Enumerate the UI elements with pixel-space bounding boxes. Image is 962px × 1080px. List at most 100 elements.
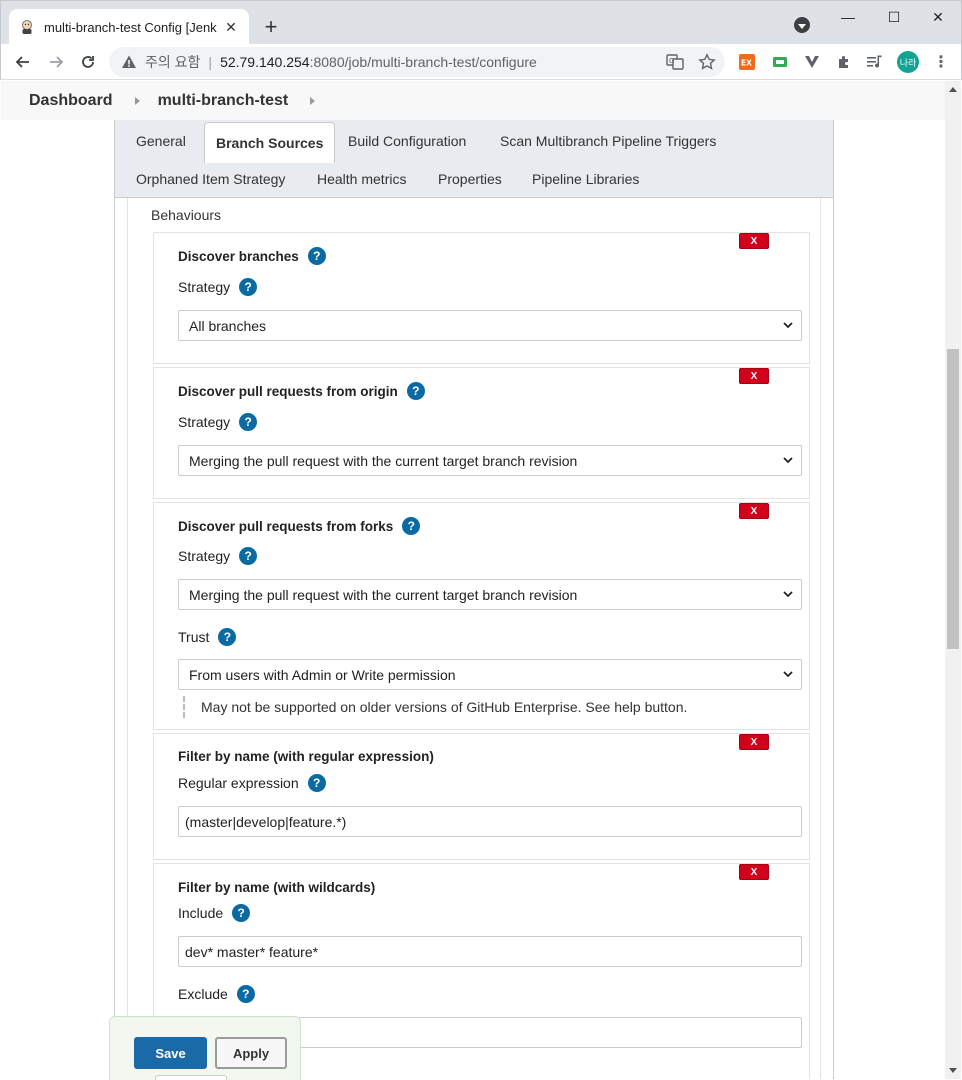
help-icon[interactable]: ? xyxy=(239,547,258,565)
breadcrumb-chevron-icon[interactable] xyxy=(310,96,316,105)
discover-branches-title-text: Discover branches xyxy=(178,248,299,264)
extensions-puzzle-icon[interactable] xyxy=(835,53,853,71)
discover-prs-origin-title-text: Discover pull requests from origin xyxy=(178,383,398,399)
help-icon[interactable]: ? xyxy=(239,413,258,431)
forward-icon[interactable] xyxy=(44,50,68,74)
tab-build-configuration[interactable]: Build Configuration xyxy=(337,122,477,160)
exclude-label-text: Exclude xyxy=(178,986,228,1002)
address-bar[interactable]: 주의 요함 | 52.79.140.254:8080/job/multi-bra… xyxy=(109,47,725,77)
browser-tab-title: multi-branch-test Config [Jenkins] xyxy=(44,19,217,35)
form-action-bar: Save Apply xyxy=(109,1016,301,1080)
tab-properties[interactable]: Properties xyxy=(427,160,513,198)
url-separator: | xyxy=(208,54,213,70)
discover-prs-forks-title: Discover pull requests from forks ? xyxy=(178,517,421,535)
regex-label-text: Regular expression xyxy=(178,775,299,791)
discover-prs-forks-strategy-select[interactable]: Merging the pull request with the curren… xyxy=(178,579,802,610)
help-icon[interactable]: ? xyxy=(402,517,421,535)
save-button[interactable]: Save xyxy=(134,1037,207,1069)
strategy-label-text: Strategy xyxy=(178,279,231,295)
regex-input[interactable]: (master|develop|feature.*) xyxy=(178,806,802,837)
help-icon[interactable]: ? xyxy=(236,985,255,1003)
discover-prs-origin-strategy-select[interactable]: Merging the pull request with the curren… xyxy=(178,445,802,476)
scrollbar-thumb[interactable] xyxy=(947,349,959,649)
delete-filter-wildcards-button[interactable]: X xyxy=(739,864,769,880)
browser-tab[interactable]: multi-branch-test Config [Jenkins] ✕ xyxy=(9,9,249,45)
profile-avatar[interactable]: 나라 xyxy=(897,51,919,73)
new-tab-icon[interactable]: + xyxy=(259,15,283,39)
back-icon[interactable] xyxy=(11,50,35,74)
jenkins-favicon-icon xyxy=(19,19,35,35)
tab-health-metrics[interactable]: Health metrics xyxy=(306,160,417,198)
strategy-label: Strategy ? xyxy=(178,547,258,565)
trust-select[interactable]: From users with Admin or Write permissio… xyxy=(178,659,802,690)
media-control-icon[interactable] xyxy=(866,53,884,71)
reload-icon[interactable] xyxy=(76,50,100,74)
discover-branches-title: Discover branches ? xyxy=(178,247,326,265)
scroll-down-icon[interactable] xyxy=(945,1063,961,1079)
help-icon[interactable]: ? xyxy=(307,774,326,792)
help-icon[interactable]: ? xyxy=(307,247,326,265)
include-input[interactable]: dev* master* feature* xyxy=(178,936,802,967)
svg-text:G: G xyxy=(669,57,674,65)
svg-text:EX: EX xyxy=(741,59,752,68)
chevron-down-icon xyxy=(783,322,793,329)
filter-wildcards-title: Filter by name (with wildcards) xyxy=(178,880,376,895)
close-tab-icon[interactable]: ✕ xyxy=(223,19,239,35)
select-value: Merging the pull request with the curren… xyxy=(189,452,578,469)
include-label-text: Include xyxy=(178,905,224,921)
extension-ex-icon[interactable]: EX xyxy=(738,53,756,71)
url-host: 52.79.140.254 xyxy=(220,54,310,70)
breadcrumb-dashboard[interactable]: Dashboard xyxy=(29,92,113,110)
tab-scan-triggers[interactable]: Scan Multibranch Pipeline Triggers xyxy=(489,122,727,160)
delete-filter-regex-button[interactable]: X xyxy=(739,734,769,750)
hidden-button-edge xyxy=(155,1075,227,1080)
tab-branch-sources[interactable]: Branch Sources xyxy=(204,122,336,163)
breadcrumb-chevron-icon[interactable] xyxy=(134,96,140,105)
tab-pipeline-libraries[interactable]: Pipeline Libraries xyxy=(521,160,650,198)
discover-prs-forks-block: X Discover pull requests from forks ? St… xyxy=(153,502,810,730)
tab-orphaned-item-strategy[interactable]: Orphaned Item Strategy xyxy=(125,160,296,198)
extension-v-icon[interactable] xyxy=(803,53,821,71)
strategy-label: Strategy ? xyxy=(178,413,258,431)
filter-regex-block: X Filter by name (with regular expressio… xyxy=(153,733,810,860)
warning-icon[interactable] xyxy=(121,54,137,70)
tab-search-icon[interactable] xyxy=(794,17,810,33)
browser-menu-icon[interactable]: ⋮ xyxy=(931,52,951,72)
page-scrollbar[interactable] xyxy=(945,81,961,1079)
bookmark-star-icon[interactable] xyxy=(697,52,717,72)
trust-label: Trust ? xyxy=(178,628,237,646)
apply-button[interactable]: Apply xyxy=(215,1037,287,1069)
chevron-down-icon xyxy=(783,457,793,464)
tab-general[interactable]: General xyxy=(125,122,197,160)
help-icon[interactable]: ? xyxy=(232,904,251,922)
browser-toolbar: 주의 요함 | 52.79.140.254:8080/job/multi-bra… xyxy=(0,44,962,80)
page-viewport: Dashboard multi-branch-test General Bran… xyxy=(1,81,945,1079)
help-icon[interactable]: ? xyxy=(218,628,237,646)
extension-screen-icon[interactable] xyxy=(771,53,789,71)
discover-prs-forks-title-text: Discover pull requests from forks xyxy=(178,518,394,534)
insecure-label: 주의 요함 xyxy=(145,54,201,70)
behaviours-heading: Behaviours xyxy=(151,207,222,223)
breadcrumb-job[interactable]: multi-branch-test xyxy=(158,92,289,110)
url-path: :8080/job/multi-branch-test/configure xyxy=(309,54,537,70)
discover-branches-strategy-select[interactable]: All branches xyxy=(178,310,802,341)
scroll-up-icon[interactable] xyxy=(945,81,961,97)
delete-discover-prs-forks-button[interactable]: X xyxy=(739,503,769,519)
close-window-icon[interactable]: ✕ xyxy=(923,7,953,27)
chevron-down-icon xyxy=(783,591,793,598)
translate-icon[interactable]: G xyxy=(665,52,685,72)
trust-label-text: Trust xyxy=(178,629,210,645)
minimize-icon[interactable]: — xyxy=(833,7,863,27)
browser-tab-bar: multi-branch-test Config [Jenkins] ✕ + —… xyxy=(0,0,962,45)
help-icon[interactable]: ? xyxy=(406,382,425,400)
discover-prs-origin-block: X Discover pull requests from origin ? S… xyxy=(153,367,810,499)
delete-discover-prs-origin-button[interactable]: X xyxy=(739,368,769,384)
help-icon[interactable]: ? xyxy=(239,278,258,296)
maximize-icon[interactable]: ☐ xyxy=(879,7,909,27)
strategy-label-text: Strategy xyxy=(178,548,231,564)
exclude-label: Exclude ? xyxy=(178,985,255,1003)
discover-branches-block: X Discover branches ? Strategy ? All bra… xyxy=(153,232,810,364)
select-value: All branches xyxy=(189,317,267,334)
delete-discover-branches-button[interactable]: X xyxy=(739,233,769,249)
regex-label: Regular expression ? xyxy=(178,774,326,792)
